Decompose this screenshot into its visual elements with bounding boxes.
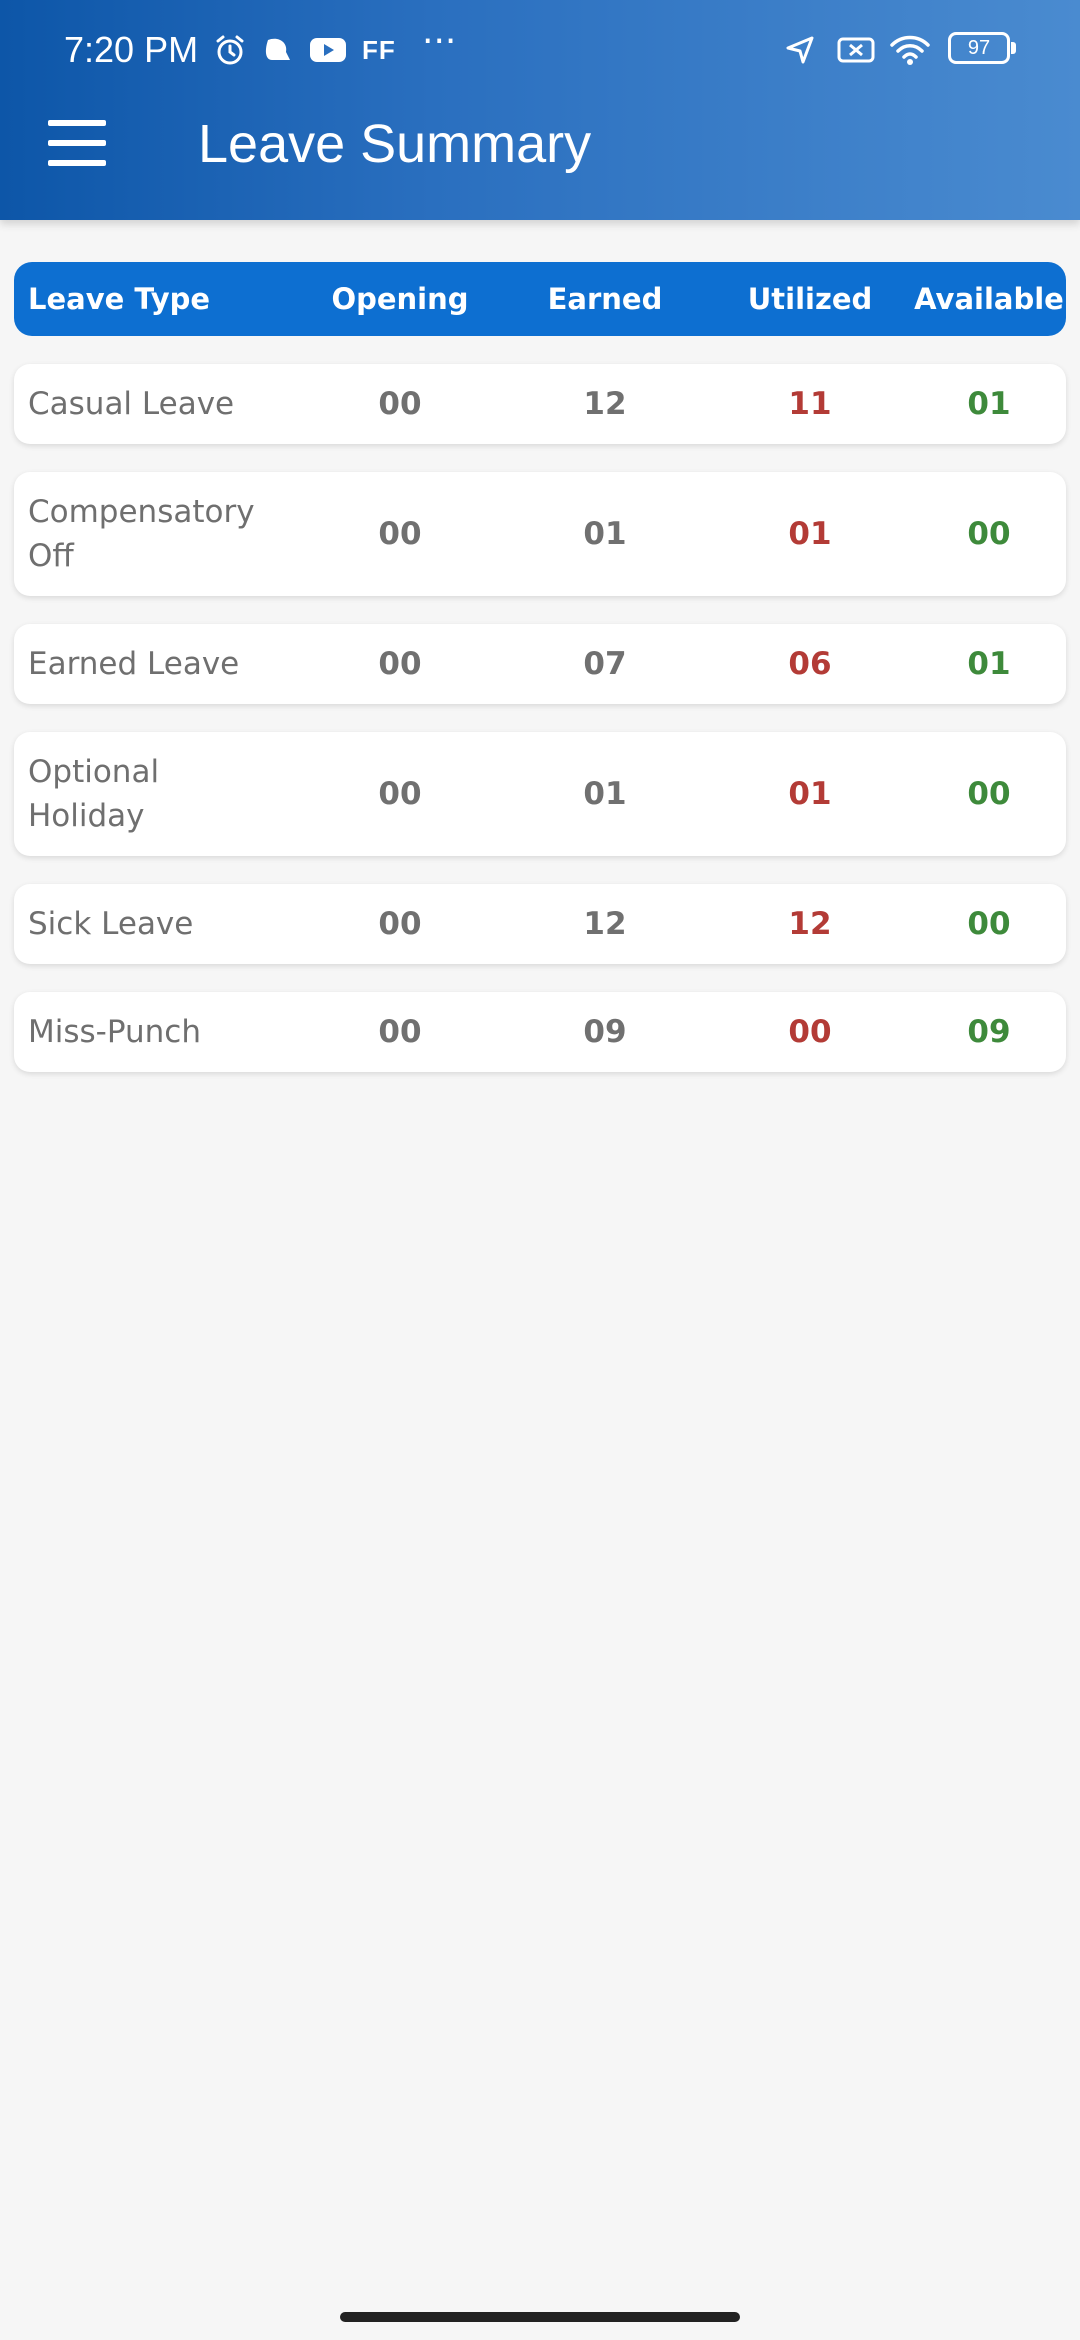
page-title: Leave Summary xyxy=(198,114,592,174)
opening-value: 00 xyxy=(378,386,422,422)
header-available: Available xyxy=(914,282,1064,316)
utilized-value: 00 xyxy=(788,1014,832,1050)
menu-line-top xyxy=(48,120,106,126)
ff-icon: FF xyxy=(362,35,396,65)
location-icon xyxy=(780,30,820,70)
utilized-value: 01 xyxy=(788,776,832,812)
app-bar: 7:20 PM FF ··· 97 Leave Summary xyxy=(0,0,1080,220)
opening-value: 00 xyxy=(378,1014,422,1050)
youtube-icon xyxy=(308,30,348,70)
earned-value: 09 xyxy=(583,1014,627,1050)
battery-icon: 97 xyxy=(948,32,1016,64)
leave-type: Casual Leave xyxy=(28,386,235,422)
table-row-casual-leave: Casual Leave 00 12 11 01 xyxy=(14,364,1066,444)
leave-type: Compensatory Off xyxy=(28,494,255,574)
opening-value: 00 xyxy=(378,776,422,812)
available-value: 01 xyxy=(967,646,1011,682)
earned-value: 01 xyxy=(583,516,627,552)
header-earned: Earned xyxy=(547,282,663,316)
available-value: 01 xyxy=(967,386,1011,422)
notification-icon xyxy=(258,30,298,70)
available-value: 09 xyxy=(967,1014,1011,1050)
earned-value: 12 xyxy=(583,906,627,942)
available-value: 00 xyxy=(967,906,1011,942)
table-header: Leave Type Opening Earned Utilized Avail… xyxy=(14,262,1066,336)
leave-type: Earned Leave xyxy=(28,646,240,682)
opening-value: 00 xyxy=(378,906,422,942)
wifi-icon xyxy=(890,30,930,70)
opening-value: 00 xyxy=(378,646,422,682)
home-indicator[interactable] xyxy=(340,2312,740,2322)
table-row-compensatory-off: Compensatory Off 00 01 01 00 xyxy=(14,472,1066,596)
earned-value: 12 xyxy=(583,386,627,422)
utilized-value: 12 xyxy=(788,906,832,942)
opening-value: 00 xyxy=(378,516,422,552)
hamburger-menu-icon[interactable] xyxy=(48,120,106,166)
header-utilized: Utilized xyxy=(747,282,873,316)
leave-type: Sick Leave xyxy=(28,906,194,942)
status-bar: 7:20 PM FF ··· 97 xyxy=(0,0,1080,100)
table-row-sick-leave: Sick Leave 00 12 12 00 xyxy=(14,884,1066,964)
earned-value: 07 xyxy=(583,646,627,682)
menu-line-bottom xyxy=(48,160,106,166)
table-row-earned-leave: Earned Leave 00 07 06 01 xyxy=(14,624,1066,704)
available-value: 00 xyxy=(967,516,1011,552)
leave-type: Optional Holiday xyxy=(28,754,160,834)
utilized-value: 01 xyxy=(788,516,832,552)
no-sim-icon xyxy=(836,30,876,70)
table-row-optional-holiday: Optional Holiday 00 01 01 00 xyxy=(14,732,1066,856)
battery-level: 97 xyxy=(967,36,991,59)
leave-type: Miss-Punch xyxy=(28,1014,201,1050)
header-leave-type: Leave Type xyxy=(28,282,211,316)
menu-line-middle xyxy=(48,140,106,146)
more-icon: ··· xyxy=(422,21,457,62)
earned-value: 01 xyxy=(583,776,627,812)
header-opening: Opening xyxy=(331,282,469,316)
available-value: 00 xyxy=(967,776,1011,812)
utilized-value: 06 xyxy=(788,646,832,682)
table-row-miss-punch: Miss-Punch 00 09 00 09 xyxy=(14,992,1066,1072)
alarm-icon xyxy=(210,30,250,70)
utilized-value: 11 xyxy=(788,386,832,422)
status-time: 7:20 PM xyxy=(64,29,199,70)
